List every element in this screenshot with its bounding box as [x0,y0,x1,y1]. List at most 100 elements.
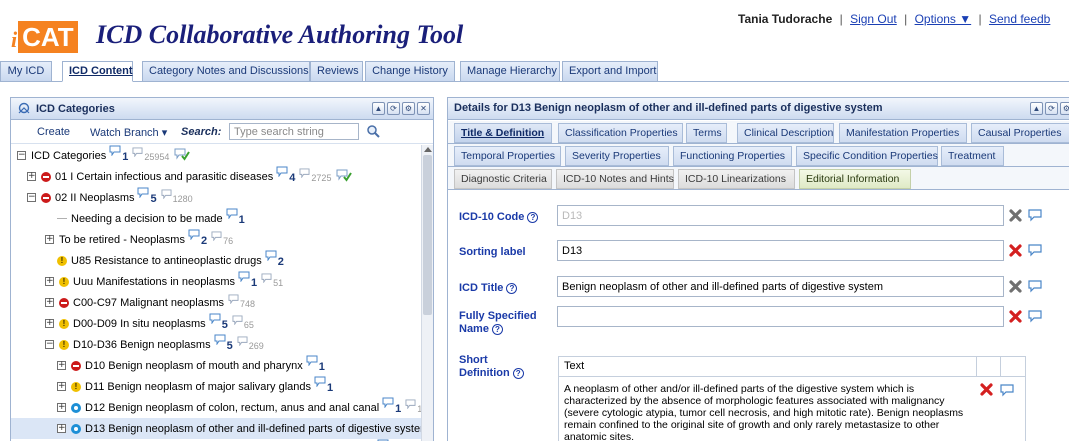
delete-icon[interactable] [1009,279,1022,293]
expand-node-icon[interactable]: + [45,277,54,286]
tree-node-label[interactable]: D12 Benign neoplasm of colon, rectum, an… [85,402,379,414]
watched-check-icon[interactable] [336,168,353,182]
watch-branch-menu[interactable]: Watch Branch ▾ [90,126,167,139]
collapse-node-icon[interactable]: − [27,193,36,202]
tab-classification-properties[interactable]: Classification Properties [558,123,683,143]
tree-node-label[interactable]: 01 I Certain infectious and parasitic di… [55,171,273,183]
tab-manage-hierarchy[interactable]: Manage Hierarchy [460,61,560,82]
icd-title-field[interactable] [557,276,1004,297]
watched-indicator[interactable] [331,168,353,185]
tab-icd-content[interactable]: ICD Content [62,61,133,82]
tree-row[interactable]: + D13 Benign neoplasm of other and ill-de… [11,418,421,439]
notes-count[interactable]: 5 [137,187,157,205]
notes-count[interactable]: 1 [238,271,257,289]
tab-severity-properties[interactable]: Severity Properties [565,146,669,166]
tree-row[interactable]: ! U85 Resistance to antineoplastic drugs 2 [11,250,421,271]
tree-node-label[interactable]: To be retired - Neoplasms [59,234,185,246]
tab-change-history[interactable]: Change History [365,61,455,82]
notes-count[interactable]: 1 [306,355,325,373]
tree-row[interactable]: + D12 Benign neoplasm of colon, rectum, a… [11,397,421,418]
sign-out-link[interactable]: Sign Out [850,12,897,26]
tree-row[interactable]: + To be retired - Neoplasms 2 76 [11,229,421,250]
comment-icon[interactable] [1027,208,1043,222]
tab-export-import[interactable]: Export and Import [562,61,658,82]
search-input[interactable] [229,123,359,140]
notes-count[interactable]: 1 [314,376,333,394]
table-row[interactable]: A neoplasm of other and/or ill-defined p… [559,377,1025,441]
tree-node-label[interactable]: D11 Benign neoplasm of major salivary gl… [85,381,311,393]
notes-count[interactable]: 1 [226,208,245,226]
tree-row[interactable]: +! D00-D09 In situ neoplasms 5 65 [11,313,421,334]
help-icon[interactable]: ? [506,282,518,294]
delete-icon[interactable] [1009,309,1022,323]
help-icon[interactable]: ? [527,211,539,223]
notes-count[interactable]: 5 [209,313,228,331]
expand-node-icon[interactable]: + [57,361,66,370]
tree-node-label[interactable]: Needing a decision to be made [71,213,223,225]
tree-row[interactable]: + C00-C97 Malignant neoplasms 748 [11,292,421,313]
tree-node-label[interactable]: D10-D36 Benign neoplasms [73,339,211,351]
expand-node-icon[interactable]: + [45,235,54,244]
tree-row[interactable]: Needing a decision to be made 1 [11,208,421,229]
scroll-thumb[interactable] [423,155,432,315]
tab-clinical-description[interactable]: Clinical Description [737,123,834,143]
tab-treatment[interactable]: Treatment [941,146,1004,166]
tab-reviews[interactable]: Reviews [310,61,363,82]
settings-icon[interactable]: ⚙ [1060,102,1069,115]
settings-icon[interactable]: ⚙ [402,102,415,115]
search-icon[interactable] [366,124,380,138]
tree-row[interactable]: +01 I Certain infectious and parasitic d… [11,166,421,187]
refresh-icon[interactable]: ⟳ [387,102,400,115]
comment-icon[interactable] [1027,279,1043,293]
watched-indicator[interactable] [169,147,191,164]
tree-node-label[interactable]: D10 Benign neoplasm of mouth and pharynx [85,360,303,372]
tab-title-definition[interactable]: Title & Definition [454,123,552,143]
tree-node-label[interactable]: Uuu Manifestations in neoplasms [73,276,235,288]
expand-node-icon[interactable]: + [45,298,54,307]
collapse-icon[interactable]: ▲ [372,102,385,115]
watched-check-icon[interactable] [174,147,191,161]
delete-icon[interactable] [1009,243,1022,257]
tree-row[interactable]: −! D10-D36 Benign neoplasms 5 269 [11,334,421,355]
expand-node-icon[interactable]: + [57,424,66,433]
close-icon[interactable]: ✕ [417,102,430,115]
tab-functioning-properties[interactable]: Functioning Properties [673,146,792,166]
tab-editorial-information[interactable]: Editorial Information [799,169,911,189]
tab-icd10-notes-hints[interactable]: ICD-10 Notes and Hints [556,169,674,189]
tab-category-notes[interactable]: Category Notes and Discussions [142,61,310,82]
options-menu[interactable]: Options ▼ [915,12,972,26]
comment-icon[interactable] [1027,309,1043,323]
collapse-node-icon[interactable]: − [45,340,54,349]
notes-count[interactable]: 2 [265,250,284,268]
tab-temporal-properties[interactable]: Temporal Properties [454,146,561,166]
tab-icd10-linearizations[interactable]: ICD-10 Linearizations [678,169,795,189]
icd10-code-field[interactable] [557,205,1004,226]
tree-row[interactable]: + D10 Benign neoplasm of mouth and pharyn… [11,355,421,376]
tree-node-label[interactable]: C00-C97 Malignant neoplasms [73,297,224,309]
notes-count[interactable]: 5 [214,334,233,352]
fully-specified-name-field[interactable] [557,306,1004,327]
tab-terms[interactable]: Terms [686,123,727,143]
help-icon[interactable]: ? [491,323,503,335]
notes-count[interactable]: 2 [188,229,207,247]
tab-manifestation-properties[interactable]: Manifestation Properties [839,123,967,143]
delete-icon[interactable] [980,383,993,396]
delete-icon[interactable] [1009,208,1022,222]
tree-node-label[interactable]: 02 II Neoplasms [55,192,134,204]
tab-specific-condition-properties[interactable]: Specific Condition Properties [796,146,938,166]
expand-node-icon[interactable]: + [57,403,66,412]
tree-row[interactable]: +! Uuu Manifestations in neoplasms 1 51 [11,271,421,292]
expand-node-icon[interactable]: + [45,319,54,328]
notes-count[interactable]: 1 [382,397,401,415]
tab-my-icd[interactable]: My ICD [0,61,52,82]
expand-node-icon[interactable]: + [57,382,66,391]
collapse-icon[interactable]: ▲ [1030,102,1043,115]
tree-node-label[interactable]: D13 Benign neoplasm of other and ill-def… [85,423,421,435]
comment-icon[interactable] [1027,243,1043,257]
tree-scrollbar[interactable] [421,145,433,441]
tab-causal-properties[interactable]: Causal Properties [971,123,1069,143]
expand-node-icon[interactable]: + [27,172,36,181]
tree-row[interactable]: − ICD Categories 1 25954 [11,145,421,166]
notes-count[interactable]: 4 [276,166,295,184]
tab-diagnostic-criteria[interactable]: Diagnostic Criteria [454,169,552,189]
